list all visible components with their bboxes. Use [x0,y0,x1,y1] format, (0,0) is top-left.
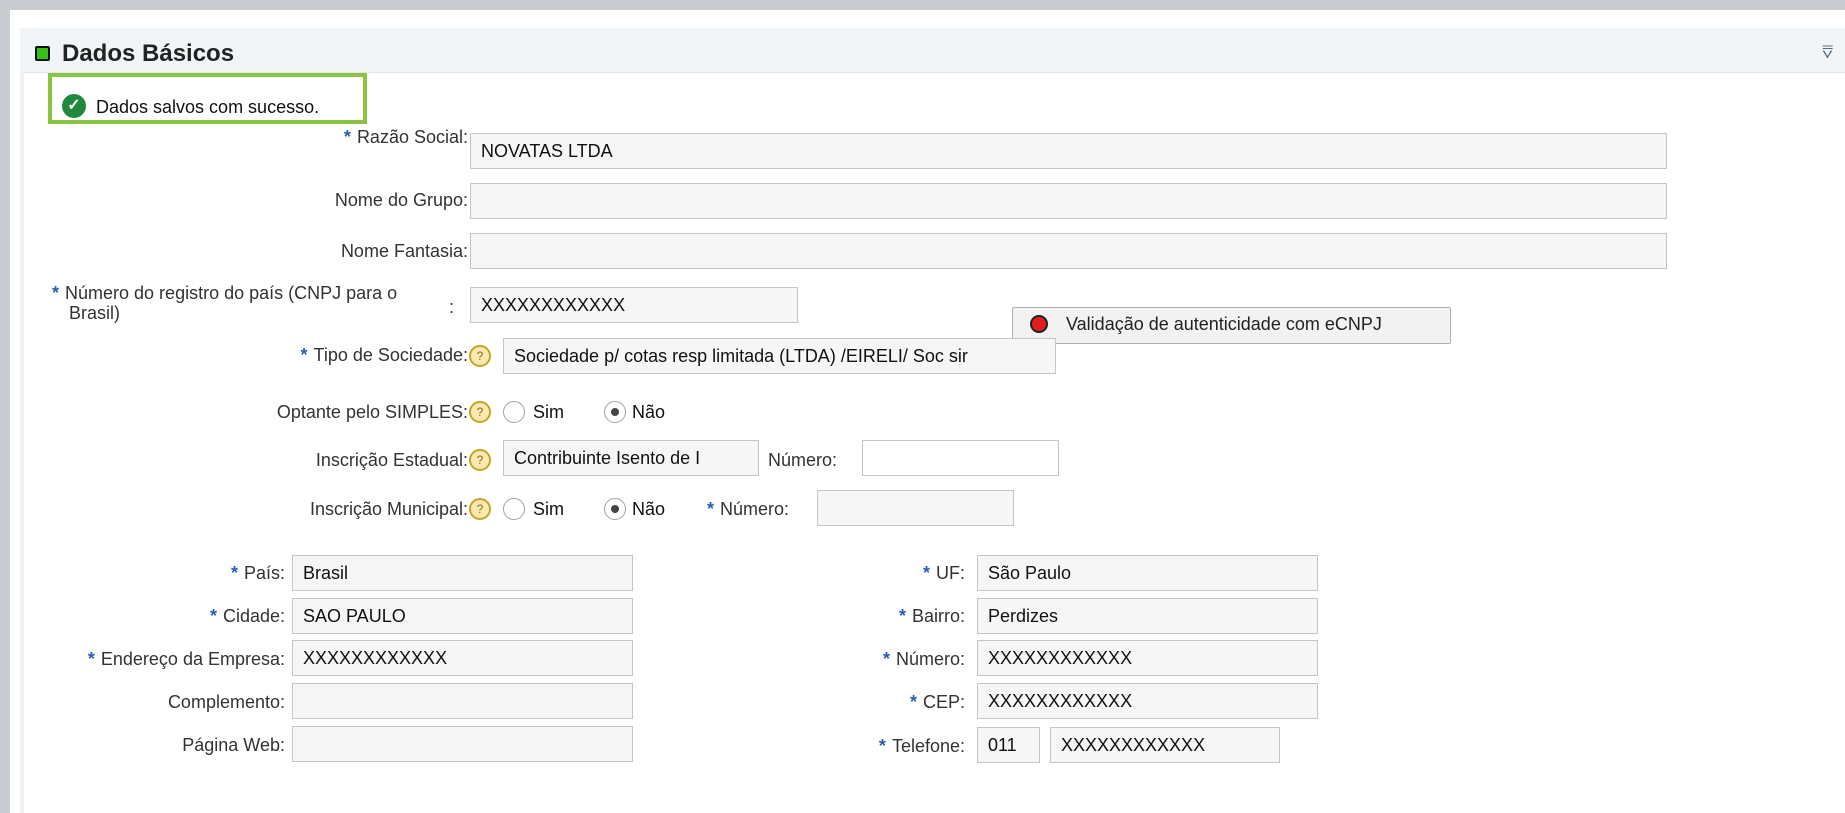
help-icon[interactable]: ? [469,498,491,520]
window-left-border [0,10,10,813]
optante-simples-nao-radio[interactable] [604,401,626,423]
pais-label: * País: [230,563,285,583]
red-dot-icon [1030,315,1048,333]
nome-grupo-label: Nome do Grupo: [334,190,468,210]
optante-simples-sim-label: Sim [533,402,564,422]
razao-social-label: * Razão Social: [343,127,468,147]
optante-simples-label: Optante pelo SIMPLES: [276,402,468,422]
pagina-web-label: Página Web: [182,735,285,755]
inscricao-municipal-nao-label: Não [632,499,666,519]
uf-label: * UF: [922,563,965,583]
complemento-field[interactable] [292,683,633,719]
uf-field[interactable]: São Paulo [977,555,1318,591]
inscricao-municipal-sim-label: Sim [533,499,564,519]
inscricao-municipal-numero-label: * Número: [707,499,790,519]
numero-registro-label: * Número do registro do país (CNPJ para o [52,283,398,303]
check-circle-icon: ✓ [62,94,86,118]
tipo-sociedade-field[interactable]: Sociedade p/ cotas resp limitada (LTDA) … [503,338,1056,374]
telefone-field[interactable]: XXXXXXXXXXXX [1050,727,1280,763]
cep-label: * CEP: [909,692,965,712]
section-header [20,28,1845,73]
inscricao-municipal-nao-radio[interactable] [604,498,626,520]
required-mark: * [343,127,351,147]
help-icon[interactable]: ? [469,345,491,367]
pagina-web-field[interactable] [292,726,633,762]
optante-simples-sim-radio[interactable] [503,401,525,423]
numero-registro-label-line2: Brasil) [69,303,121,323]
nome-fantasia-label: Nome Fantasia: [340,241,468,261]
bairro-field[interactable]: Perdizes [977,598,1318,634]
inscricao-estadual-numero-field[interactable] [862,440,1059,476]
inscricao-estadual-label: Inscrição Estadual: [315,450,468,470]
endereco-field[interactable]: XXXXXXXXXXXX [292,640,633,676]
telefone-label: * Telefone: [878,736,965,756]
inscricao-municipal-sim-radio[interactable] [503,498,525,520]
validacao-ecnpj-label: Validação de autenticidade com eCNPJ [1066,314,1382,334]
cep-field[interactable]: XXXXXXXXXXXX [977,683,1318,719]
inscricao-municipal-label: Inscrição Municipal: [309,499,468,519]
pais-field[interactable]: Brasil [292,555,633,591]
nome-fantasia-field[interactable] [470,233,1667,269]
nome-grupo-field[interactable] [470,183,1667,219]
collapse-icon[interactable]: ⩢ [1822,42,1833,63]
numero-field[interactable]: XXXXXXXXXXXX [977,640,1318,676]
section-title: Dados Básicos [62,40,235,67]
inscricao-municipal-numero-field[interactable] [817,490,1014,526]
cidade-field[interactable]: SAO PAULO [292,598,633,634]
window-top-border [0,0,1845,10]
help-icon[interactable]: ? [469,401,491,423]
section-left-bar [20,72,24,813]
complemento-label: Complemento: [167,692,285,712]
inscricao-estadual-numero-label: Número: [768,450,838,470]
required-mark: * [52,283,60,303]
optante-simples-nao-label: Não [632,402,666,422]
bairro-label: * Bairro: [898,606,965,626]
green-square-icon [35,46,50,61]
numero-registro-colon: : [449,297,455,317]
razao-social-field[interactable]: NOVATAS LTDA [470,133,1667,169]
telefone-ddd-field[interactable]: 011 [977,727,1040,763]
numero-registro-field[interactable]: XXXXXXXXXXXX [470,287,798,323]
success-message: Dados salvos com sucesso. [96,97,320,117]
endereco-label: * Endereço da Empresa: [87,649,285,669]
cidade-label: * Cidade: [209,606,285,626]
numero-label: * Número: [882,649,965,669]
help-icon[interactable]: ? [469,449,491,471]
tipo-sociedade-label: * Tipo de Sociedade: [300,345,468,365]
inscricao-estadual-field[interactable]: Contribuinte Isento de I [503,440,759,476]
